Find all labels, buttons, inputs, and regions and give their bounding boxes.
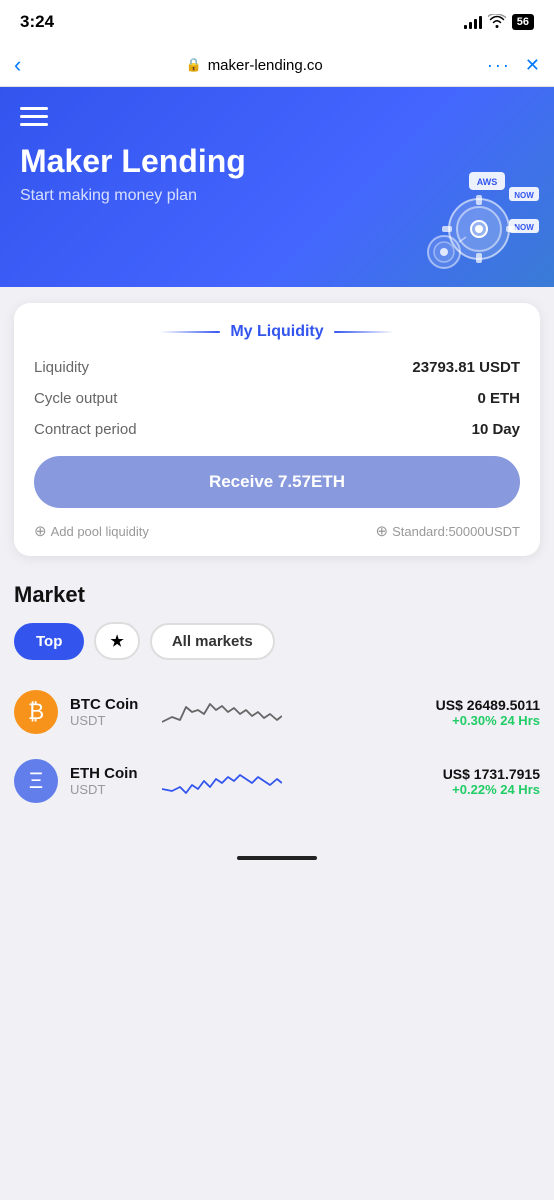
browser-back-button[interactable]: ‹ — [14, 52, 21, 78]
wifi-icon — [488, 14, 506, 31]
contract-period-row: Contract period 10 Day — [34, 421, 520, 438]
hero-section: Maker Lending Start making money plan AW… — [0, 87, 554, 287]
eth-icon: Ξ — [14, 759, 58, 803]
browser-actions: ··· ✕ — [487, 55, 540, 76]
cycle-output-row: Cycle output 0 ETH — [34, 390, 520, 407]
btc-pair: USDT — [70, 713, 150, 728]
btc-name: BTC Coin — [70, 696, 150, 713]
card-header: My Liquidity — [34, 323, 520, 341]
contract-period-label: Contract period — [34, 421, 137, 438]
browser-bar: ‹ 🔒 maker-lending.co ··· ✕ — [0, 44, 554, 87]
svg-text:NOW: NOW — [514, 223, 534, 232]
signal-icon — [464, 15, 482, 29]
eth-price: US$ 1731.7915 — [410, 766, 540, 782]
liquidity-row: Liquidity 23793.81 USDT — [34, 359, 520, 376]
browser-close-button[interactable]: ✕ — [525, 55, 540, 76]
header-deco-right — [334, 331, 394, 333]
hero-illustration: AWS NOW NOW — [414, 167, 544, 277]
status-bar: 3:24 56 — [0, 0, 554, 44]
btc-change: +0.30% 24 Hrs — [410, 713, 540, 728]
eth-coin-row[interactable]: Ξ ETH Coin USDT US$ 1731.7915 +0.22% 24 … — [14, 747, 540, 816]
liquidity-card-title: My Liquidity — [230, 323, 323, 341]
market-section: Market Top ★ All markets ₿ BTC Coin USDT… — [0, 572, 554, 826]
cycle-output-value: 0 ETH — [477, 390, 520, 407]
btc-info: BTC Coin USDT — [70, 696, 150, 728]
menu-button[interactable] — [20, 107, 534, 126]
status-time: 3:24 — [20, 12, 54, 32]
eth-change: +0.22% 24 Hrs — [410, 782, 540, 797]
status-icons: 56 — [464, 14, 534, 31]
btc-icon: ₿ — [14, 690, 58, 734]
lock-icon: 🔒 — [186, 57, 202, 73]
receive-button[interactable]: Receive 7.57ETH — [34, 456, 520, 508]
market-title: Market — [14, 582, 540, 608]
plus-icon-left: ⊕ — [34, 522, 47, 540]
browser-url-container: 🔒 maker-lending.co — [33, 57, 475, 74]
eth-info: ETH Coin USDT — [70, 765, 150, 797]
svg-text:NOW: NOW — [514, 191, 534, 200]
add-pool-link[interactable]: ⊕ Add pool liquidity — [34, 522, 149, 540]
btc-price-info: US$ 26489.5011 +0.30% 24 Hrs — [410, 697, 540, 728]
btc-chart — [162, 692, 398, 732]
contract-period-value: 10 Day — [472, 421, 520, 438]
liquidity-value: 23793.81 USDT — [412, 359, 520, 376]
liquidity-card: My Liquidity Liquidity 23793.81 USDT Cyc… — [14, 303, 540, 556]
btc-coin-row[interactable]: ₿ BTC Coin USDT US$ 26489.5011 +0.30% 24… — [14, 678, 540, 747]
btc-price: US$ 26489.5011 — [410, 697, 540, 713]
browser-url: maker-lending.co — [208, 57, 323, 74]
browser-more-button[interactable]: ··· — [487, 55, 511, 76]
battery-indicator: 56 — [512, 14, 534, 30]
add-pool-label: Add pool liquidity — [51, 524, 149, 539]
standard-label: Standard:50000USDT — [392, 524, 520, 539]
plus-icon-right: ⊕ — [376, 522, 389, 540]
standard-link[interactable]: ⊕ Standard:50000USDT — [376, 522, 521, 540]
eth-chart — [162, 761, 398, 801]
market-filters: Top ★ All markets — [14, 622, 540, 660]
cycle-output-label: Cycle output — [34, 390, 117, 407]
filter-top-button[interactable]: Top — [14, 623, 84, 660]
header-deco-left — [160, 331, 220, 333]
filter-all-markets-button[interactable]: All markets — [150, 623, 275, 660]
liquidity-label: Liquidity — [34, 359, 89, 376]
card-footer: ⊕ Add pool liquidity ⊕ Standard:50000USD… — [34, 522, 520, 540]
hamburger-icon — [20, 107, 48, 126]
eth-pair: USDT — [70, 782, 150, 797]
filter-star-button[interactable]: ★ — [94, 622, 139, 660]
eth-price-info: US$ 1731.7915 +0.22% 24 Hrs — [410, 766, 540, 797]
eth-name: ETH Coin — [70, 765, 150, 782]
scroll-indicator — [237, 856, 317, 860]
svg-text:AWS: AWS — [477, 177, 498, 187]
